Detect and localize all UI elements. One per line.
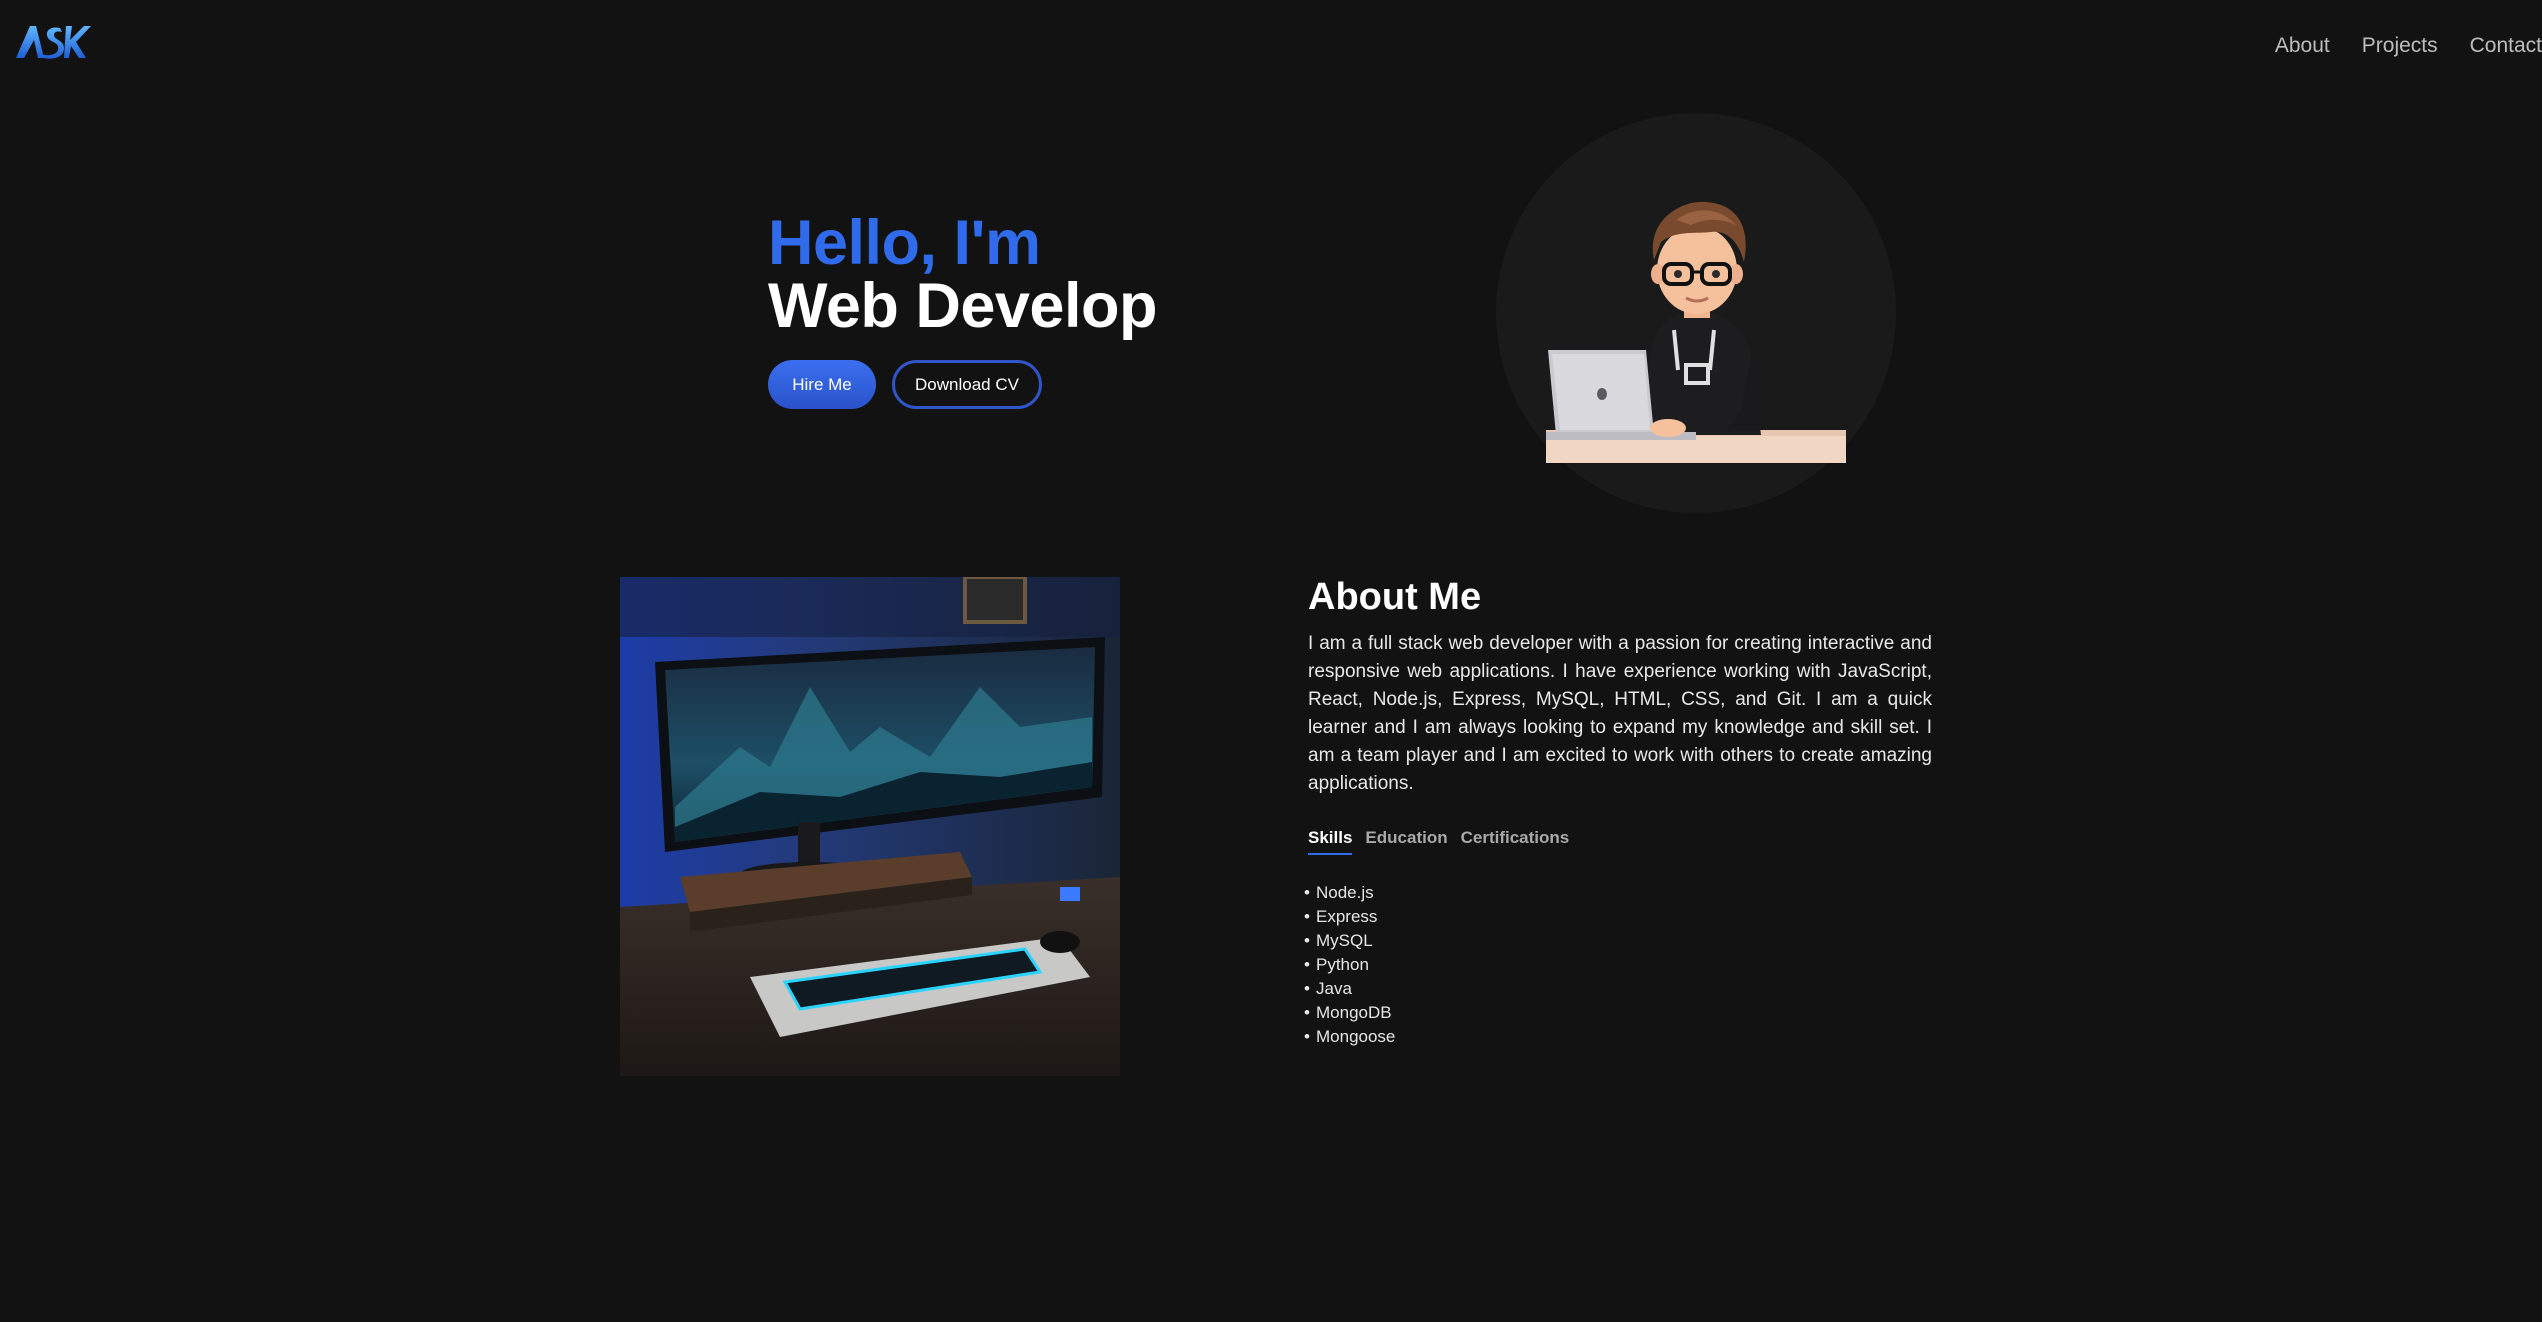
list-item: Mongoose — [1304, 1025, 1932, 1049]
ask-logo[interactable] — [14, 22, 92, 62]
hero-role: Web Develop — [768, 271, 1157, 341]
list-item: Python — [1304, 953, 1932, 977]
hero-actions: Hire Me Download CV — [768, 360, 1042, 409]
nav-contact-link[interactable]: Contact — [2470, 34, 2542, 58]
tab-certifications[interactable]: Certifications — [1461, 828, 1570, 855]
main-nav: About Projects Contact — [2275, 34, 2542, 58]
about-description: I am a full stack web developer with a p… — [1308, 633, 1932, 794]
list-item: MongoDB — [1304, 1001, 1932, 1025]
hero-greeting: Hello, I'm — [768, 208, 1041, 278]
tab-skills[interactable]: Skills — [1308, 828, 1353, 855]
download-cv-button[interactable]: Download CV — [892, 360, 1042, 409]
about-tabs: Skills Education Certifications — [1308, 828, 1932, 855]
hero-heading: Hello, I'm Web Develop — [768, 212, 1157, 338]
tab-education[interactable]: Education — [1365, 828, 1447, 855]
nav-projects-link[interactable]: Projects — [2362, 34, 2438, 58]
list-item: Express — [1304, 905, 1932, 929]
skills-list: Node.js Express MySQL Python Java MongoD… — [1304, 881, 1932, 1049]
about-section: About Me I am a full stack web developer… — [1304, 574, 1932, 1049]
nav-about-link[interactable]: About — [2275, 34, 2330, 58]
about-title: About Me — [1308, 576, 1482, 618]
list-item: Node.js — [1304, 881, 1932, 905]
hire-me-button[interactable]: Hire Me — [768, 360, 876, 409]
list-item: Java — [1304, 977, 1932, 1001]
developer-avatar-illustration — [1546, 201, 1846, 463]
desk-setup-photo — [620, 577, 1120, 1076]
list-item: MySQL — [1304, 929, 1932, 953]
